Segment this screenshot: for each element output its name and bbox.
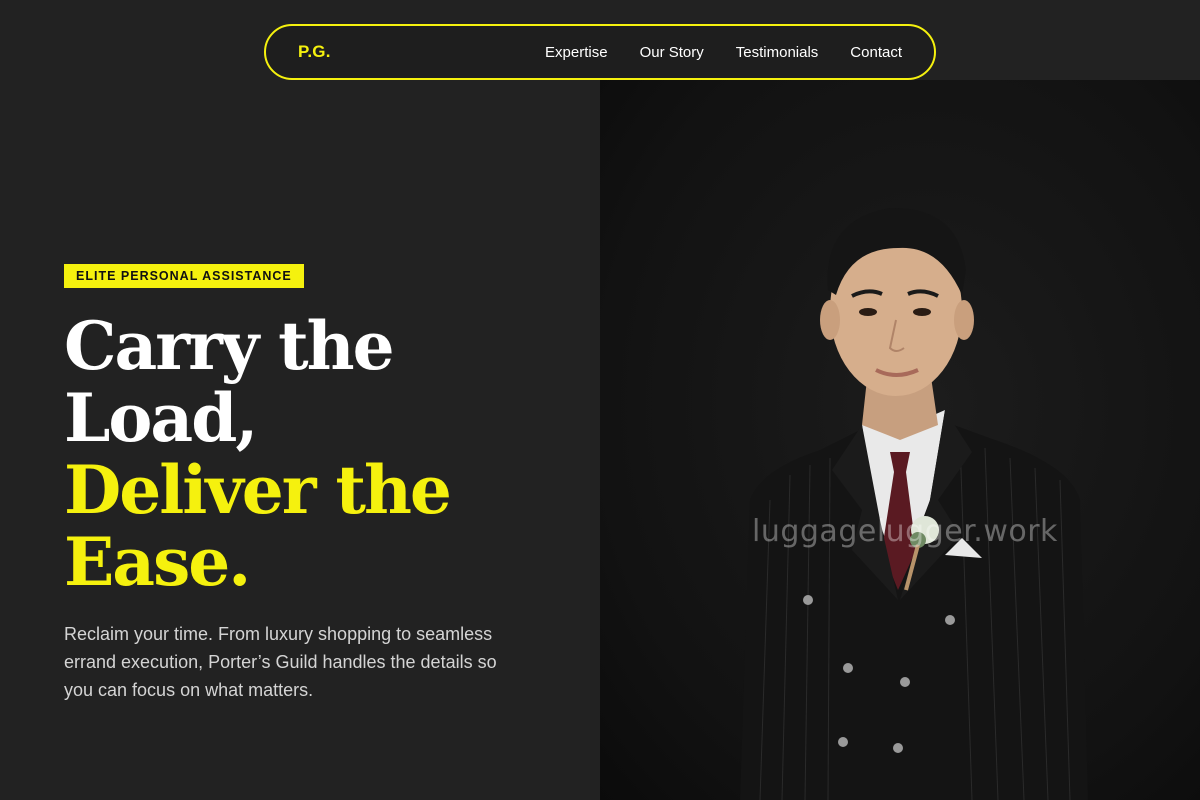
hero-portrait-photo: luggagelugger.work [600, 80, 1200, 800]
logo-link[interactable]: P.G. [298, 42, 331, 62]
hero-badge: ELITE PERSONAL ASSISTANCE [64, 264, 304, 288]
headline-line-1: Carry the [64, 307, 395, 385]
headline-line-4: Ease. [64, 523, 251, 601]
hero-description: Reclaim your time. From luxury shopping … [64, 624, 497, 700]
portrait-illustration [740, 207, 1088, 800]
nav-link-expertise[interactable]: Expertise [545, 44, 608, 61]
hero-headline: Carry the Load, Deliver the Ease. [64, 310, 564, 598]
landing-page: P.G. Expertise Our Story Testimonials Co… [0, 0, 1200, 800]
photo-watermark: luggagelugger.work [752, 514, 1058, 549]
nav-link-our-story[interactable]: Our Story [640, 44, 704, 61]
nav-links: Expertise Our Story Testimonials Contact [545, 44, 902, 61]
nav-link-testimonials[interactable]: Testimonials [736, 44, 819, 61]
headline-line-2: Load, [64, 379, 258, 457]
headline-line-3: Deliver the [64, 451, 452, 529]
nav-link-contact[interactable]: Contact [850, 44, 902, 61]
top-nav: P.G. Expertise Our Story Testimonials Co… [264, 24, 936, 80]
hero-content: ELITE PERSONAL ASSISTANCE Carry the Load… [64, 264, 564, 704]
